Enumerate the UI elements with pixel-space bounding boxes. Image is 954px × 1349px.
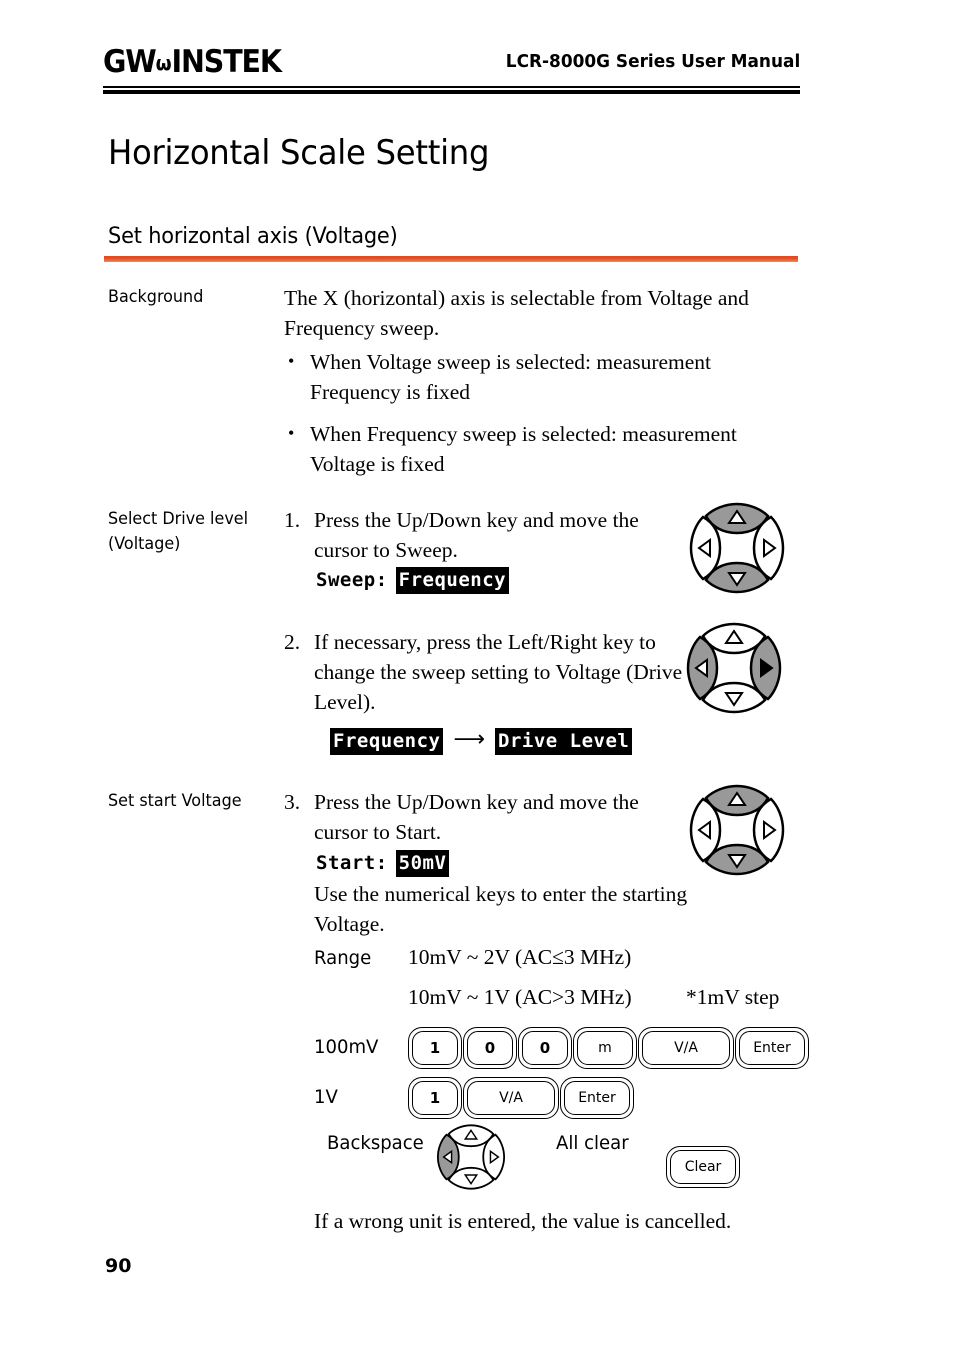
range-step-note: *1mV step — [686, 985, 780, 1009]
dpad-graphic — [686, 622, 782, 714]
footer-note: If a wrong unit is entered, the value is… — [314, 1209, 732, 1233]
right-arrow-icon: ⟶ — [453, 727, 485, 752]
key-sequence-label-1v: 1V — [314, 1086, 338, 1108]
step1-display-value: Frequency — [395, 567, 510, 594]
header-divider-thick — [103, 90, 800, 94]
key-clear[interactable]: Clear — [666, 1146, 740, 1188]
range-line-2: 10mV ~ 1V (AC>3 MHz) — [408, 985, 632, 1009]
background-paragraph: The X (horizontal) axis is selectable fr… — [284, 286, 749, 340]
step2-text: If necessary, press the Left/Right key t… — [314, 630, 683, 714]
range-line-1: 10mV ~ 2V (AC≤3 MHz) — [408, 945, 632, 969]
list-item: When Frequency sweep is selected: measur… — [284, 418, 794, 479]
dpad-graphic — [689, 502, 785, 594]
range-label: Range — [314, 947, 372, 969]
key-milli[interactable]: m — [573, 1027, 637, 1069]
key-enter[interactable]: Enter — [735, 1027, 809, 1069]
background-bullets: When Voltage sweep is selected: measurem… — [284, 346, 794, 491]
step1-text: Press the Up/Down key and move the curso… — [314, 508, 639, 562]
key-va[interactable]: V/A — [638, 1027, 734, 1069]
step3-display-prefix: Start: — [316, 852, 388, 874]
dpad-left-right-step2[interactable] — [684, 620, 784, 721]
key-0-second[interactable]: 0 — [518, 1027, 572, 1069]
step3-display-value: 50mV — [395, 850, 450, 877]
step1-side-label: Select Drive level (Voltage) — [108, 509, 249, 554]
dpad-graphic — [436, 1124, 506, 1190]
key-sequence-100mv: 1 0 0 m V/A Enter — [408, 1027, 814, 1069]
logo-instek-text: INSTEK — [171, 44, 282, 80]
section-title: Set horizontal axis (Voltage) — [108, 224, 398, 249]
step2-number: 2. — [284, 630, 301, 654]
manual-page: GWωINSTEK LCR-8000G Series User Manual H… — [0, 0, 954, 1349]
manual-title: LCR-8000G Series User Manual — [505, 51, 800, 72]
key-va[interactable]: V/A — [463, 1077, 559, 1119]
logo-omega-icon: ω — [155, 51, 172, 75]
key-1[interactable]: 1 — [408, 1027, 462, 1069]
dpad-up-down-step3[interactable] — [687, 782, 787, 883]
page-number: 90 — [105, 1255, 132, 1277]
step1-display-prefix: Sweep: — [316, 569, 388, 591]
step3-display-line: Start: 50mV — [316, 850, 450, 878]
key-1[interactable]: 1 — [408, 1077, 462, 1119]
header-divider-thin — [103, 86, 800, 88]
step3-number: 3. — [284, 790, 301, 814]
step3-text: Press the Up/Down key and move the curso… — [314, 790, 639, 844]
step3-side-label: Set start Voltage — [108, 791, 242, 811]
key-enter[interactable]: Enter — [560, 1077, 634, 1119]
dpad-backspace[interactable] — [435, 1122, 507, 1197]
key-0-first[interactable]: 0 — [463, 1027, 517, 1069]
list-item: When Voltage sweep is selected: measurem… — [284, 346, 794, 407]
step2-transition-line: Frequency ⟶ Drive Level — [330, 727, 633, 756]
step2-from-value: Frequency — [330, 728, 444, 755]
logo-gw-text: GW — [103, 44, 157, 80]
dpad-graphic — [689, 784, 785, 876]
step1-display-line: Sweep: Frequency — [316, 567, 510, 595]
page-title: Horizontal Scale Setting — [108, 133, 490, 173]
clear-key-group: Clear — [666, 1146, 745, 1188]
all-clear-label: All clear — [556, 1132, 629, 1154]
dpad-up-down-step1[interactable] — [687, 500, 787, 601]
backspace-label: Backspace — [327, 1132, 424, 1154]
key-sequence-label-100mv: 100mV — [314, 1036, 379, 1058]
step3-text-secondary: Use the numerical keys to enter the star… — [314, 882, 688, 936]
key-sequence-1v: 1 V/A Enter — [408, 1077, 639, 1119]
gwinstek-logo: GWωINSTEK — [103, 44, 282, 80]
section-accent-rule — [104, 256, 798, 262]
step2-to-value: Drive Level — [495, 728, 633, 755]
page-header: GWωINSTEK LCR-8000G Series User Manual — [103, 44, 800, 96]
background-label: Background — [108, 287, 204, 307]
step1-number: 1. — [284, 508, 301, 532]
